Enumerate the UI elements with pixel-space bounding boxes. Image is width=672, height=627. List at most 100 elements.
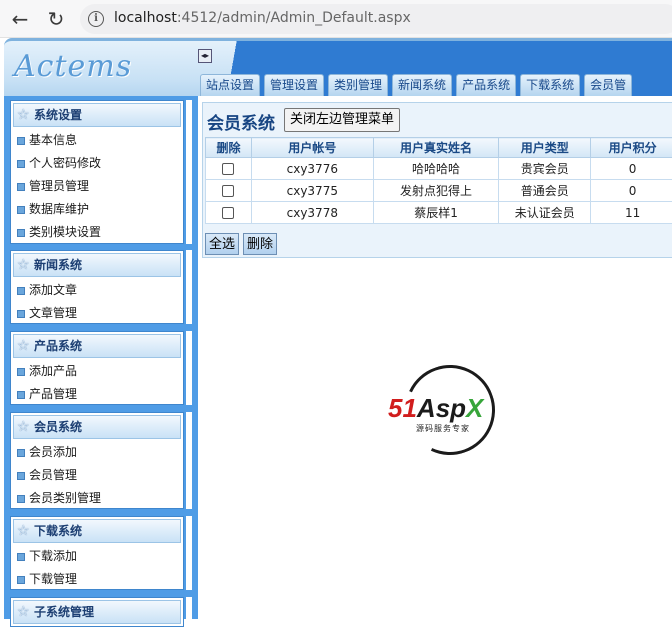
- table-row: cxy3775 发射点犯得上 普通会员 0: [206, 180, 672, 202]
- name-cell: 发射点犯得上: [373, 180, 499, 202]
- menu-item-manage-downloads[interactable]: 下载管理: [11, 568, 183, 591]
- table-header-row: 删除 用户帐号 用户真实姓名 用户类型 用户积分: [206, 138, 672, 158]
- close-left-menu-button[interactable]: 关闭左边管理菜单: [284, 108, 400, 132]
- tab-site-settings[interactable]: 站点设置: [200, 74, 260, 96]
- delete-checkbox-cell: [206, 158, 252, 180]
- logo: Actems: [14, 49, 132, 84]
- column-header-points[interactable]: 用户积分: [591, 138, 672, 158]
- menu-group-subsystems: ☆子系统管理: [10, 597, 184, 627]
- star-icon: ☆: [17, 416, 30, 438]
- menu-item-password[interactable]: 个人密码修改: [11, 152, 183, 175]
- menu-item-manage-members[interactable]: 会员管理: [11, 464, 183, 487]
- bullet-icon: [17, 137, 25, 145]
- bullet-icon: [17, 495, 25, 503]
- menu-item-category-module[interactable]: 类别模块设置: [11, 221, 183, 244]
- menu-item-basic-info[interactable]: 基本信息: [11, 129, 183, 152]
- type-cell: 未认证会员: [499, 202, 591, 224]
- sidebar: ☆系统设置 基本信息 个人密码修改 管理员管理 数据库维护 类别模块设置 ☆新闻…: [4, 96, 198, 619]
- delete-checkbox-cell: [206, 202, 252, 224]
- members-table: 删除 用户帐号 用户真实姓名 用户类型 用户积分 cxy3776 哈哈哈哈 贵宾…: [205, 137, 672, 224]
- toggle-sidebar-icon[interactable]: ◂▸: [198, 49, 212, 63]
- menu-title-downloads[interactable]: ☆下载系统: [13, 519, 181, 543]
- points-cell: 11: [591, 202, 672, 224]
- select-all-button[interactable]: 全选: [205, 233, 239, 255]
- top-tabs: 站点设置 管理设置 类别管理 新闻系统 产品系统 下载系统 会员管: [200, 74, 632, 96]
- type-cell: 普通会员: [499, 180, 591, 202]
- star-icon: ☆: [17, 104, 30, 126]
- table-actions: 全选 删除: [205, 233, 277, 255]
- name-cell: 蔡辰样1: [373, 202, 499, 224]
- watermark-brand: 51AspX: [388, 393, 483, 424]
- column-header-delete: 删除: [206, 138, 252, 158]
- bullet-icon: [17, 206, 25, 214]
- menu-item-database[interactable]: 数据库维护: [11, 198, 183, 221]
- account-cell: cxy3776: [251, 158, 373, 180]
- menu-title-subsystems[interactable]: ☆子系统管理: [13, 600, 181, 624]
- menu-group-news: ☆新闻系统 添加文章 文章管理: [10, 250, 184, 324]
- star-icon: ☆: [17, 601, 30, 623]
- tab-downloads[interactable]: 下载系统: [520, 74, 580, 96]
- bullet-icon: [17, 160, 25, 168]
- delete-checkbox[interactable]: [222, 207, 234, 219]
- account-cell: cxy3775: [251, 180, 373, 202]
- scrollbar[interactable]: [186, 250, 192, 324]
- back-arrow-icon[interactable]: ←: [8, 7, 32, 31]
- menu-item-manage-articles[interactable]: 文章管理: [11, 302, 183, 325]
- tab-products[interactable]: 产品系统: [456, 74, 516, 96]
- delete-checkbox[interactable]: [222, 163, 234, 175]
- name-cell: 哈哈哈哈: [373, 158, 499, 180]
- menu-item-add-member[interactable]: 会员添加: [11, 441, 183, 464]
- bullet-icon: [17, 229, 25, 237]
- tab-members[interactable]: 会员管: [584, 74, 632, 96]
- scrollbar[interactable]: [186, 516, 192, 590]
- address-bar[interactable]: i localhost:4512/admin/Admin_Default.asp…: [80, 4, 672, 34]
- bullet-icon: [17, 287, 25, 295]
- menu-title-news[interactable]: ☆新闻系统: [13, 253, 181, 277]
- info-icon[interactable]: i: [88, 11, 104, 27]
- scrollbar[interactable]: [186, 412, 192, 509]
- watermark-logo: 51AspX 源码服务专家: [388, 365, 512, 455]
- bullet-icon: [17, 391, 25, 399]
- main-panel: 会员系统 关闭左边管理菜单 删除 用户帐号 用户真实姓名 用户类型 用户积分 c…: [202, 102, 672, 258]
- account-cell: cxy3778: [251, 202, 373, 224]
- bullet-icon: [17, 576, 25, 584]
- menu-item-admins[interactable]: 管理员管理: [11, 175, 183, 198]
- type-cell: 贵宾会员: [499, 158, 591, 180]
- reload-icon[interactable]: ↻: [44, 7, 68, 31]
- star-icon: ☆: [17, 335, 30, 357]
- menu-item-add-product[interactable]: 添加产品: [11, 360, 183, 383]
- bullet-icon: [17, 183, 25, 191]
- scrollbar[interactable]: [186, 331, 192, 405]
- menu-title-system[interactable]: ☆系统设置: [13, 103, 181, 127]
- menu-group-downloads: ☆下载系统 下载添加 下载管理: [10, 516, 184, 590]
- menu-item-add-article[interactable]: 添加文章: [11, 279, 183, 302]
- tab-news[interactable]: 新闻系统: [392, 74, 452, 96]
- menu-group-products: ☆产品系统 添加产品 产品管理: [10, 331, 184, 405]
- scrollbar[interactable]: [186, 597, 192, 627]
- points-cell: 0: [591, 180, 672, 202]
- tab-admin-settings[interactable]: 管理设置: [264, 74, 324, 96]
- column-header-real-name[interactable]: 用户真实姓名: [373, 138, 499, 158]
- admin-page: Actems ◂▸ 站点设置 管理设置 类别管理 新闻系统 产品系统 下载系统 …: [0, 38, 672, 619]
- delete-button[interactable]: 删除: [243, 233, 277, 255]
- menu-item-member-categories[interactable]: 会员类别管理: [11, 487, 183, 510]
- menu-item-add-download[interactable]: 下载添加: [11, 545, 183, 568]
- menu-group-system: ☆系统设置 基本信息 个人密码修改 管理员管理 数据库维护 类别模块设置: [10, 100, 184, 244]
- bullet-icon: [17, 449, 25, 457]
- menu-title-members[interactable]: ☆会员系统: [13, 415, 181, 439]
- column-header-user-type[interactable]: 用户类型: [499, 138, 591, 158]
- delete-checkbox[interactable]: [222, 185, 234, 197]
- bullet-icon: [17, 553, 25, 561]
- bullet-icon: [17, 310, 25, 318]
- url-text: localhost:4512/admin/Admin_Default.aspx: [114, 10, 411, 26]
- scrollbar[interactable]: [186, 100, 192, 244]
- watermark-tagline: 源码服务专家: [416, 423, 470, 434]
- points-cell: 0: [591, 158, 672, 180]
- tab-category[interactable]: 类别管理: [328, 74, 388, 96]
- menu-item-manage-products[interactable]: 产品管理: [11, 383, 183, 406]
- page-title: 会员系统: [207, 109, 275, 134]
- menu-title-products[interactable]: ☆产品系统: [13, 334, 181, 358]
- bullet-icon: [17, 368, 25, 376]
- menu-group-members: ☆会员系统 会员添加 会员管理 会员类别管理: [10, 412, 184, 509]
- column-header-account[interactable]: 用户帐号: [251, 138, 373, 158]
